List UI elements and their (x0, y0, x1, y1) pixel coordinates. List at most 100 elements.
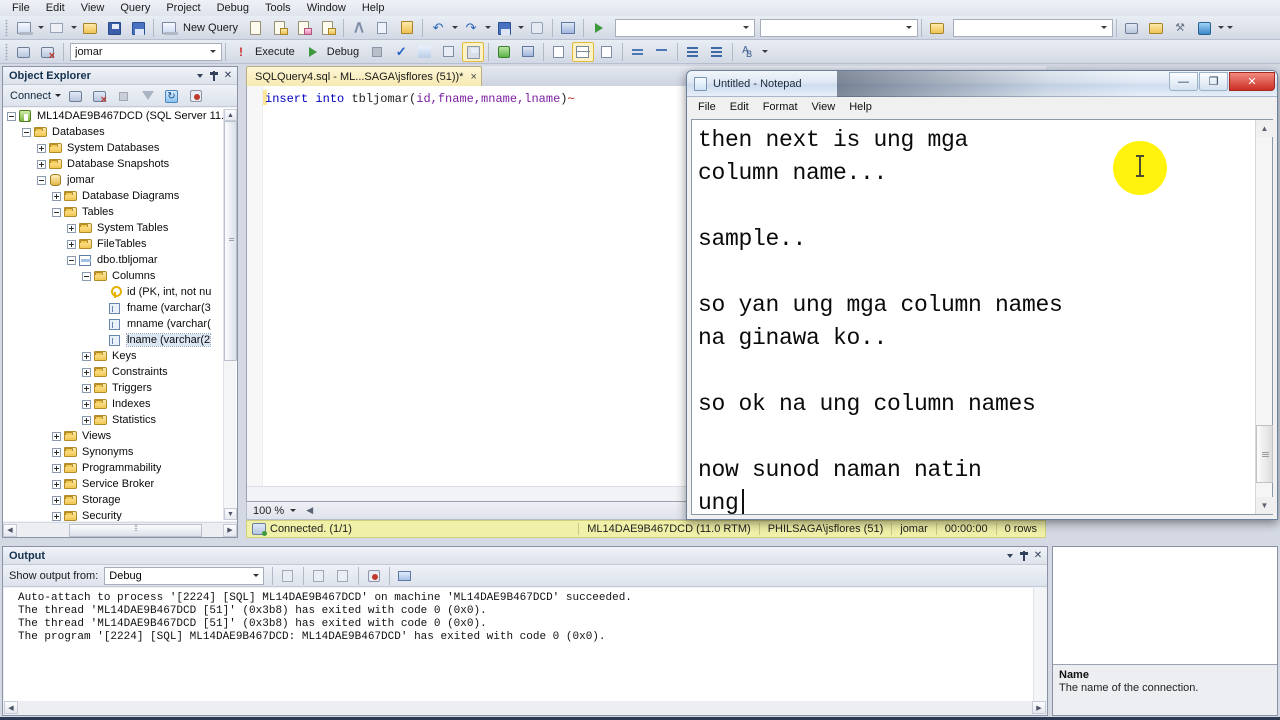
navigate-backward-icon[interactable] (493, 18, 515, 38)
expand-plus-icon[interactable] (52, 431, 61, 441)
results-to-file-icon[interactable] (596, 42, 618, 62)
copy-icon[interactable] (372, 18, 394, 38)
comment-icon[interactable] (627, 42, 649, 62)
template-explorer-icon[interactable] (1145, 18, 1167, 38)
chevron-down-icon[interactable] (1097, 20, 1110, 36)
object-explorer-icon[interactable] (1121, 18, 1143, 38)
collapse-minus-icon[interactable] (67, 255, 76, 265)
scroll-thumb[interactable] (224, 121, 237, 361)
paste-icon[interactable] (396, 18, 418, 38)
new-item-icon[interactable] (46, 18, 68, 38)
scroll-right-icon[interactable]: ▶ (223, 523, 237, 537)
tree-node[interactable]: System Tables (3, 220, 237, 236)
close-button[interactable]: ✕ (1229, 72, 1275, 91)
toolbar-overflow-icon[interactable] (1225, 18, 1234, 38)
debug-play-icon[interactable] (302, 42, 324, 62)
close-icon[interactable]: ✕ (221, 69, 235, 83)
collapse-minus-icon[interactable] (37, 175, 46, 185)
hscroll-track[interactable] (18, 701, 1032, 714)
tree-node[interactable]: Security (3, 508, 237, 521)
execute-icon[interactable]: ! (230, 42, 252, 62)
collapse-minus-icon[interactable] (82, 271, 91, 281)
expand-plus-icon[interactable] (82, 383, 91, 393)
tree-node[interactable]: Keys (3, 348, 237, 364)
new-analysis-services-dmx-query-icon[interactable] (293, 18, 315, 38)
uncomment-icon[interactable] (651, 42, 673, 62)
panel-menu-icon[interactable] (193, 69, 207, 83)
sync-icon[interactable] (185, 86, 207, 106)
web-browser-icon[interactable] (1193, 18, 1215, 38)
tree-node[interactable]: lname (varchar(2 (3, 332, 237, 348)
tree-node[interactable]: Views (3, 428, 237, 444)
panel-menu-icon[interactable] (1003, 549, 1017, 563)
tree-horizontal-scrollbar[interactable]: ◀ ▶ (3, 522, 237, 537)
new-query-icon[interactable] (158, 18, 180, 38)
menu-view[interactable]: View (73, 0, 113, 16)
stop-icon[interactable] (113, 86, 135, 106)
tree-node[interactable]: id (PK, int, not nu (3, 284, 237, 300)
solution-platform-combo[interactable] (760, 18, 919, 37)
scroll-up-icon[interactable]: ▲ (224, 109, 237, 121)
tree-node[interactable]: ML14DAE9B467DCD (SQL Server 11.0.2 (3, 108, 237, 124)
tree-node[interactable]: jomar (3, 172, 237, 188)
disconnect-icon[interactable] (37, 42, 59, 62)
menu-edit[interactable]: Edit (38, 0, 73, 16)
expand-plus-icon[interactable] (82, 351, 91, 361)
menu-debug[interactable]: Debug (209, 0, 257, 16)
disconnect-icon[interactable] (89, 86, 111, 106)
undo-icon[interactable]: ↶ (427, 18, 449, 38)
maximize-button[interactable]: ❐ (1199, 72, 1228, 91)
collapse-minus-icon[interactable] (52, 207, 61, 217)
menu-project[interactable]: Project (158, 0, 208, 16)
hscroll-track[interactable] (17, 523, 223, 537)
connect-icon[interactable] (65, 86, 87, 106)
new-analysis-services-mdx-query-icon[interactable] (269, 18, 291, 38)
filter-icon[interactable] (137, 86, 159, 106)
find-icon[interactable] (557, 18, 579, 38)
results-to-grid-icon[interactable] (572, 41, 595, 62)
start-debug-icon[interactable] (588, 18, 610, 38)
go-to-previous-message-icon[interactable] (308, 566, 330, 586)
tab-sqlquery4[interactable]: SQLQuery4.sql - ML...SAGA\jsflores (51))… (246, 66, 482, 86)
notepad-window[interactable]: Untitled - Notepad — ❐ ✕ File Edit Forma… (686, 70, 1278, 520)
undo-dropdown-icon[interactable] (450, 18, 459, 38)
tree-node[interactable]: Triggers (3, 380, 237, 396)
tree-node[interactable]: Database Snapshots (3, 156, 237, 172)
new-project-icon[interactable] (13, 18, 35, 38)
tree-node[interactable]: Database Diagrams (3, 188, 237, 204)
expand-plus-icon[interactable] (52, 495, 61, 505)
expand-plus-icon[interactable] (82, 399, 91, 409)
hscroll-thumb[interactable] (69, 523, 202, 537)
properties-grid[interactable] (1053, 547, 1277, 665)
parse-check-icon[interactable]: ✓ (390, 42, 412, 62)
close-icon[interactable]: ✕ (1031, 549, 1045, 563)
redo-icon[interactable]: ↷ (460, 18, 482, 38)
toolbar-overflow-icon-2[interactable] (760, 42, 769, 62)
save-icon[interactable] (103, 18, 125, 38)
navigate-forward-icon[interactable] (526, 18, 548, 38)
tree-node[interactable]: FileTables (3, 236, 237, 252)
web-browser-dropdown-icon[interactable] (1216, 18, 1225, 38)
sqlcmd-mode-icon[interactable] (517, 42, 539, 62)
decrease-indent-icon[interactable] (706, 42, 728, 62)
tree-node[interactable]: Synonyms (3, 444, 237, 460)
available-databases-combo[interactable]: jomar (70, 42, 222, 61)
minimize-button[interactable]: — (1169, 72, 1198, 91)
open-file-icon[interactable] (79, 18, 101, 38)
menu-query[interactable]: Query (112, 0, 158, 16)
display-estimated-plan-icon[interactable] (414, 42, 436, 62)
tree-node[interactable]: Service Broker (3, 476, 237, 492)
expand-plus-icon[interactable] (37, 159, 46, 169)
clear-all-icon[interactable] (363, 566, 385, 586)
quick-find-combo[interactable] (953, 18, 1114, 37)
menu-help[interactable]: Help (354, 0, 393, 16)
stop-icon[interactable] (366, 42, 388, 62)
expand-plus-icon[interactable] (52, 463, 61, 473)
expand-plus-icon[interactable] (52, 479, 61, 489)
expand-plus-icon[interactable] (67, 223, 76, 233)
execute-label[interactable]: Execute (253, 46, 301, 58)
scroll-left-icon[interactable]: ◀ (3, 523, 17, 537)
tree-node[interactable]: Programmability (3, 460, 237, 476)
new-database-engine-query-icon[interactable] (245, 18, 267, 38)
output-source-combo[interactable]: Debug (104, 566, 265, 585)
